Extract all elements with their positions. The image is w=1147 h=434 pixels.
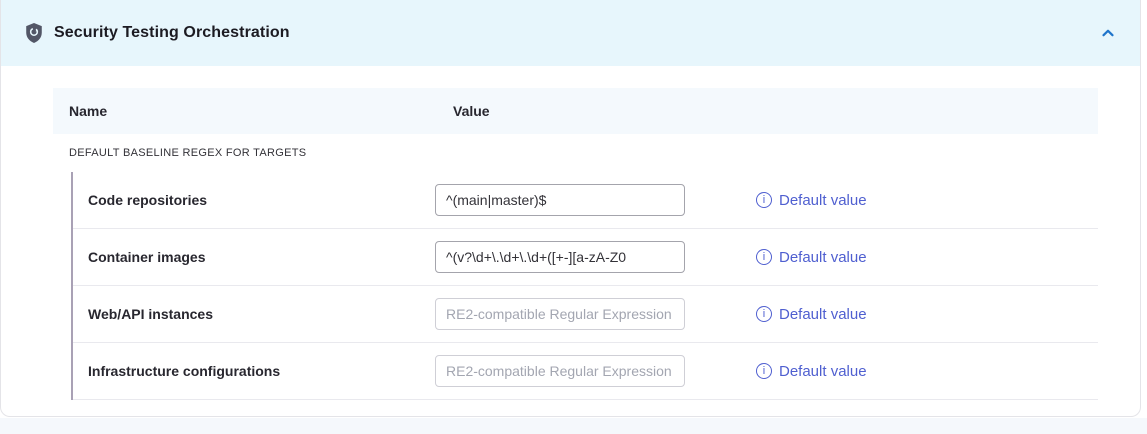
infrastructure-configurations-regex-input[interactable] bbox=[435, 355, 685, 387]
info-circle-icon: i bbox=[756, 306, 772, 322]
container-images-regex-input[interactable] bbox=[435, 241, 685, 273]
panel-body: Name Value DEFAULT BASELINE REGEX FOR TA… bbox=[1, 66, 1140, 400]
column-header-value: Value bbox=[453, 103, 490, 119]
default-value-link[interactable]: i Default value bbox=[756, 363, 867, 380]
info-circle-icon: i bbox=[756, 249, 772, 265]
table-row-container-images: Container images i Default value bbox=[73, 229, 1098, 286]
regex-row-group: Code repositories i Default value Contai… bbox=[71, 172, 1098, 400]
table-row-code-repositories: Code repositories i Default value bbox=[73, 172, 1098, 229]
panel-title: Security Testing Orchestration bbox=[54, 24, 290, 42]
table-header-row: Name Value bbox=[53, 88, 1098, 134]
security-testing-orchestration-panel: Security Testing Orchestration Name Valu… bbox=[0, 0, 1141, 417]
table-row-web-api-instances: Web/API instances i Default value bbox=[73, 286, 1098, 343]
default-value-link[interactable]: i Default value bbox=[756, 306, 867, 323]
default-value-label: Default value bbox=[779, 192, 867, 209]
regex-settings-table: Name Value DEFAULT BASELINE REGEX FOR TA… bbox=[53, 88, 1098, 400]
shield-refresh-icon bbox=[25, 23, 43, 43]
row-label: Infrastructure configurations bbox=[73, 363, 435, 379]
page-background-strip bbox=[0, 418, 1147, 434]
section-label-default-baseline-regex: DEFAULT BASELINE REGEX FOR TARGETS bbox=[53, 134, 1098, 172]
row-label: Container images bbox=[73, 249, 435, 265]
default-value-label: Default value bbox=[779, 306, 867, 323]
panel-header-toggle[interactable]: Security Testing Orchestration bbox=[1, 0, 1140, 66]
row-label: Code repositories bbox=[73, 192, 435, 208]
table-row-infrastructure-configurations: Infrastructure configurations i Default … bbox=[73, 343, 1098, 400]
code-repositories-regex-input[interactable] bbox=[435, 184, 685, 216]
default-value-link[interactable]: i Default value bbox=[756, 192, 867, 209]
default-value-label: Default value bbox=[779, 249, 867, 266]
row-label: Web/API instances bbox=[73, 306, 435, 322]
chevron-up-icon[interactable] bbox=[1100, 25, 1116, 41]
info-circle-icon: i bbox=[756, 363, 772, 379]
default-value-label: Default value bbox=[779, 363, 867, 380]
column-header-name: Name bbox=[69, 103, 107, 119]
info-circle-icon: i bbox=[756, 192, 772, 208]
web-api-instances-regex-input[interactable] bbox=[435, 298, 685, 330]
default-value-link[interactable]: i Default value bbox=[756, 249, 867, 266]
